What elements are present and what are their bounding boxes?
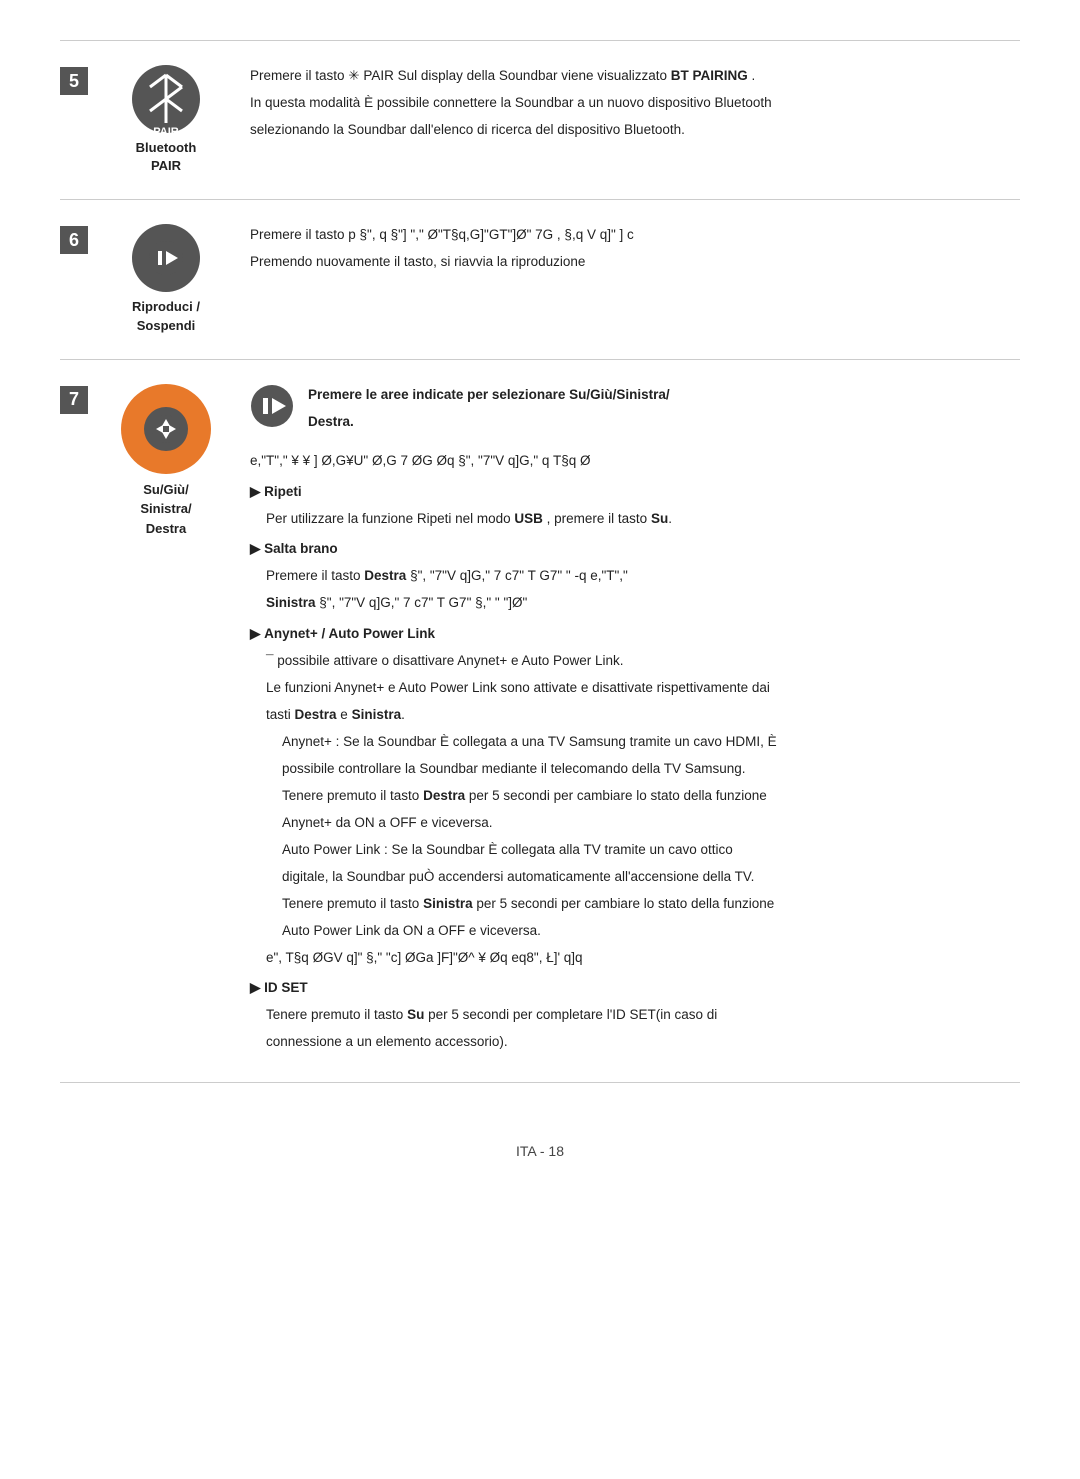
anynet-line3: tasti Destra e Sinistra. — [266, 704, 1020, 727]
section-number-7: 7 — [60, 386, 88, 414]
section-7-content: Premere le aree indicate per selezionare… — [250, 384, 1020, 1059]
section-7-top-desc: Premere le aree indicate per selezionare… — [308, 384, 670, 438]
ripeti-title: ▶ Ripeti — [250, 481, 1020, 504]
section-6-line1: Premere il tasto p §", q §"] "," Ø"T§q,G… — [250, 224, 1020, 247]
anynet-line9: digitale, la Soundbar puÒ accendersi aut… — [282, 866, 1020, 889]
play-pause-icon — [132, 224, 200, 292]
anynet-title: ▶ Anynet+ / Auto Power Link — [250, 623, 1020, 646]
section-5-line3: selezionando la Soundbar dall'elenco di … — [250, 119, 1020, 142]
bottom-divider — [60, 1082, 1020, 1083]
anynet-line12: e", T§q ØGV q]" §," "c] ØGa ]F]"Ø^ ¥ Øq … — [266, 947, 1020, 970]
section-5-icon-col: PAIR Bluetooth PAIR — [106, 65, 226, 175]
section-6-content: Premere il tasto p §", q §"] "," Ø"T§q,G… — [250, 224, 1020, 278]
anynet-line10: Tenere premuto il tasto Sinistra per 5 s… — [282, 893, 1020, 916]
directional-icon — [121, 384, 211, 474]
small-play-svg — [250, 384, 294, 428]
anynet-line11: Auto Power Link da ON a OFF e viceversa. — [282, 920, 1020, 943]
page-footer: ITA - 18 — [60, 1143, 1020, 1159]
anynet-line5: possibile controllare la Soundbar median… — [282, 758, 1020, 781]
section-7-body-line1: e,"T"," ¥ ¥ ] Ø,G¥U" Ø,G 7 ØG Øq §", "7"… — [250, 450, 1020, 473]
idset-title: ▶ ID SET — [250, 977, 1020, 1000]
play-pause-svg — [148, 240, 184, 276]
salta-brano-line2: Sinistra §", "7"V q]G," 7 c7" T G7" §," … — [266, 592, 1020, 615]
bluetooth-label: Bluetooth PAIR — [136, 139, 197, 175]
idset-line2: connessione a un elemento accessorio). — [266, 1031, 1020, 1054]
salta-brano-title: ▶ Salta brano — [250, 538, 1020, 561]
idset-line1: Tenere premuto il tasto Su per 5 secondi… — [266, 1004, 1020, 1027]
section-number-6: 6 — [60, 226, 88, 254]
salta-brano-line1: Premere il tasto Destra §", "7"V q]G," 7… — [266, 565, 1020, 588]
bluetooth-svg-icon: PAIR — [132, 65, 200, 133]
play-pause-label: Riproduci / Sospendi — [132, 298, 200, 334]
section-7-icon-col: Su/Giù/ Sinistra/ Destra — [106, 384, 226, 539]
section-5-content: Premere il tasto ✳ PAIR Sul display dell… — [250, 65, 1020, 146]
section-5: 5 PAIR Bluetooth PAIR Premere il tasto ✳… — [60, 40, 1020, 199]
anynet-line8: Auto Power Link : Se la Soundbar È colle… — [282, 839, 1020, 862]
section-6-icon-col: Riproduci / Sospendi — [106, 224, 226, 334]
anynet-line7: Anynet+ da ON a OFF e viceversa. — [282, 812, 1020, 835]
svg-text:PAIR: PAIR — [153, 126, 179, 133]
section-5-line1: Premere il tasto ✳ PAIR Sul display dell… — [250, 65, 1020, 88]
bluetooth-pair-icon: PAIR — [132, 65, 200, 133]
anynet-line6: Tenere premuto il tasto Destra per 5 sec… — [282, 785, 1020, 808]
section-5-line2: In questa modalità È possibile connetter… — [250, 92, 1020, 115]
section-7: 7 Su/Giù/ Sinistra/ Destra — [60, 359, 1020, 1083]
anynet-line4: Anynet+ : Se la Soundbar È collegata a u… — [282, 731, 1020, 754]
section-7-top-row: Premere le aree indicate per selezionare… — [250, 384, 1020, 438]
ripeti-line1: Per utilizzare la funzione Ripeti nel mo… — [266, 508, 1020, 531]
section-7-small-icon — [250, 384, 294, 436]
anynet-line1: ¯ possibile attivare o disattivare Anyne… — [266, 650, 1020, 673]
directional-label: Su/Giù/ Sinistra/ Destra — [140, 480, 191, 539]
anynet-line2: Le funzioni Anynet+ e Auto Power Link so… — [266, 677, 1020, 700]
directional-inner — [144, 407, 188, 451]
section-6-line2: Premendo nuovamente il tasto, si riavvia… — [250, 251, 1020, 274]
section-6: 6 Riproduci / Sospendi Premere il tasto … — [60, 199, 1020, 358]
directional-svg — [151, 414, 181, 444]
section-number-5: 5 — [60, 67, 88, 95]
